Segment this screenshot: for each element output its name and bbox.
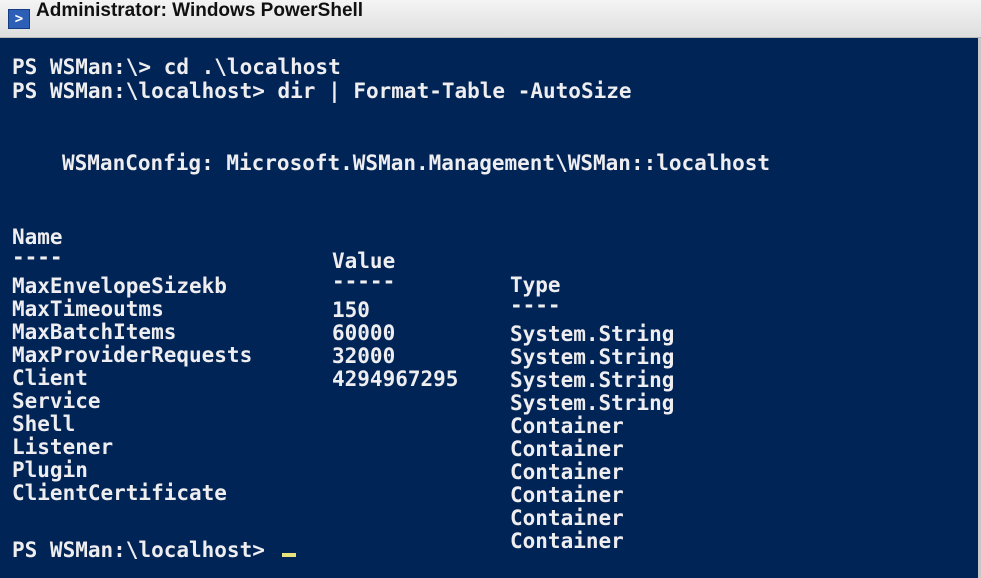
title-bar[interactable]: > Administrator: Windows PowerShell [0, 0, 981, 38]
row-type: Container [510, 483, 624, 507]
config-header: WSManConfig: Microsoft.WSMan.Management\… [62, 151, 771, 175]
table-row: MaxTimeoutms 60000 System.String [12, 273, 912, 369]
table-row: MaxBatchItems 32000 System.String [12, 296, 912, 392]
table-row: ClientCertificate Container [12, 457, 912, 553]
command-line-2: PS WSMan:\localhost> dir | Format-Table … [12, 79, 632, 103]
table-row: Listener Container [12, 411, 912, 507]
row-type: Container [510, 529, 624, 553]
powershell-icon: > [8, 9, 30, 29]
table-row: Service Container [12, 365, 912, 461]
prompt-line[interactable]: PS WSMan:\localhost> [12, 538, 296, 562]
window-title: Administrator: Windows PowerShell [36, 0, 364, 21]
powershell-window: > Administrator: Windows PowerShell PS W… [0, 0, 981, 578]
console-area[interactable]: PS WSMan:\> cd .\localhost PS WSMan:\loc… [0, 38, 978, 578]
row-name: ClientCertificate [12, 481, 227, 505]
command-line-1: PS WSMan:\> cd .\localhost [12, 55, 341, 79]
table-row: Plugin Container [12, 434, 912, 530]
prompt-text: PS WSMan:\localhost> [12, 538, 265, 562]
table-separator-row: ---- ----- ---- [12, 221, 912, 317]
table-row: MaxProviderRequests 4294967295 System.St… [12, 319, 912, 415]
table-row: MaxEnvelopeSizekb 150 System.String [12, 250, 912, 346]
table-row: Shell Container [12, 388, 912, 484]
text-cursor [281, 553, 296, 557]
row-type: Container [510, 506, 624, 530]
table-row: Client Container [12, 342, 912, 438]
